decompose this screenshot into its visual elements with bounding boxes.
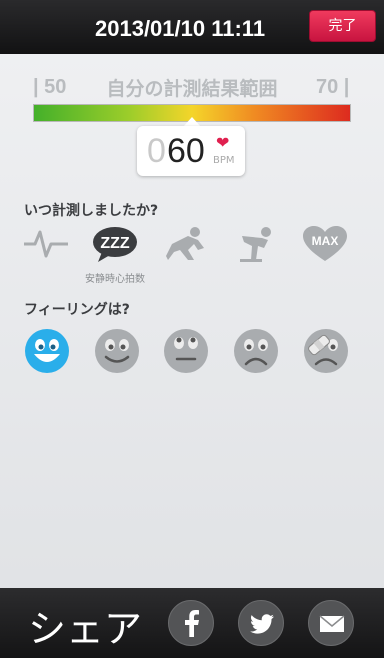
selected-activity-label: 安静時心拍数 xyxy=(85,274,145,285)
resting-icon-text: ZZZ xyxy=(100,235,130,252)
share-label: シェア xyxy=(28,607,143,651)
twitter-share-button[interactable] xyxy=(238,600,284,646)
bpm-reading-box: 0 60 ❤ BPM xyxy=(137,126,245,176)
sad-face-icon[interactable] xyxy=(233,328,279,374)
measurement-datetime[interactable]: 2013/01/10 11:11 xyxy=(95,16,265,42)
max-icon[interactable]: MAX xyxy=(302,226,348,262)
running-icon[interactable] xyxy=(164,226,210,262)
activity-question: いつ計測しましたか? xyxy=(24,203,159,219)
exercise-icon[interactable] xyxy=(234,226,280,262)
twitter-icon xyxy=(250,614,274,634)
max-icon-text: MAX xyxy=(312,234,339,248)
facebook-share-button[interactable] xyxy=(168,600,214,646)
mail-icon xyxy=(319,615,345,632)
bpm-leading-digit: 0 xyxy=(147,132,166,170)
facebook-icon xyxy=(185,610,199,637)
hurt-face-icon[interactable] xyxy=(303,328,349,374)
smile-face-icon[interactable] xyxy=(94,328,140,374)
range-max-label: 70 | xyxy=(316,76,350,98)
mail-share-button[interactable] xyxy=(308,600,354,646)
pulse-icon[interactable] xyxy=(23,226,69,262)
done-button[interactable]: 完了 xyxy=(309,10,376,42)
heart-icon: ❤ xyxy=(216,133,230,152)
bpm-unit: BPM xyxy=(213,155,235,166)
neutral-face-icon[interactable] xyxy=(163,328,209,374)
bpm-value: 60 xyxy=(167,132,205,170)
resting-icon[interactable]: ZZZ xyxy=(92,226,138,262)
feeling-question: フィーリングは? xyxy=(24,302,130,318)
very-happy-face-icon[interactable] xyxy=(24,328,70,374)
